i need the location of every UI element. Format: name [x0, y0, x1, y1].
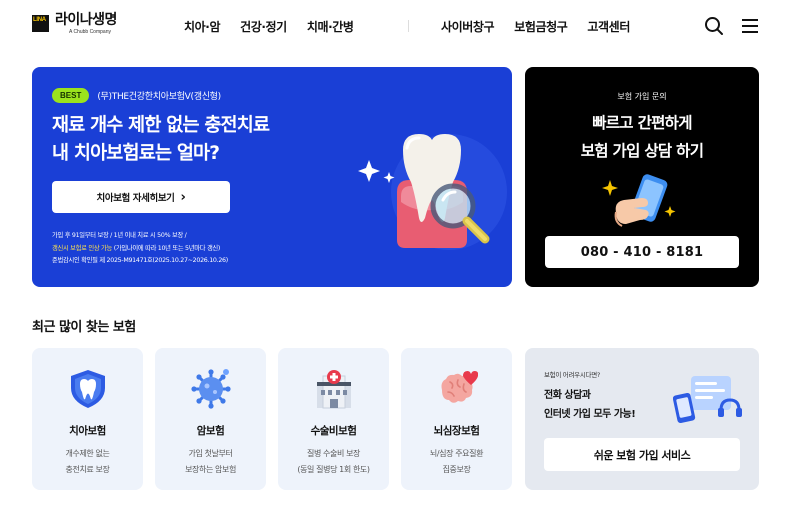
- consult-phone-button[interactable]: 080 - 410 - 8181: [545, 236, 739, 268]
- logo-name: 라이나생명: [55, 12, 117, 28]
- nav-dementia-care[interactable]: 치매·간병: [307, 18, 354, 35]
- product-card-surgery[interactable]: 수술비보험 질병 수술비 보장 (동일 질병당 1회 한도): [278, 348, 389, 490]
- easy-service-button[interactable]: 쉬운 보험 가입 서비스: [544, 438, 740, 471]
- consult-card[interactable]: 보험 가입 문의 빠르고 간편하게 보험 가입 상담 하기 080 - 410 …: [525, 67, 759, 287]
- mobile-headset-illustration: [672, 372, 743, 428]
- search-icon[interactable]: [704, 16, 724, 36]
- product-card-dental[interactable]: 치아보험 개수제한 없는 충전치료 보장: [32, 348, 143, 490]
- nav-cyber-counter[interactable]: 사이버창구: [441, 18, 495, 35]
- hero-product-name: (무)THE건강한치아보험V(갱신형): [97, 92, 221, 102]
- logo-sub: A Chubb Company: [69, 29, 111, 35]
- virus-cell-icon: [190, 368, 232, 410]
- easy-service-card[interactable]: 보험이 어려우시다면? 전화 상담과 인터넷 가입 모두 가능! 쉬운 보험 가…: [525, 348, 759, 490]
- hero-disclaimer: 가입 후 91일부터 보장 / 1년 이내 치료 시 50% 보장 / 갱신시 …: [52, 232, 228, 264]
- consult-label: 보험 가입 문의: [617, 92, 667, 101]
- service-question: 보험이 어려우시다면?: [544, 371, 601, 379]
- nav-dental-cancer[interactable]: 치아·암: [184, 18, 220, 35]
- service-title: 전화 상담과 인터넷 가입 모두 가능!: [544, 390, 636, 420]
- hospital-icon: [313, 368, 355, 410]
- brain-heart-icon: [436, 368, 479, 410]
- phone-hand-illustration: [602, 172, 682, 232]
- section-title: 최근 많이 찾는 보험: [32, 320, 136, 335]
- site-header: LINA 라이나생명 A Chubb Company 치아·암 건강·정기 치매…: [0, 0, 800, 56]
- nav-health-term[interactable]: 건강·정기: [240, 18, 287, 35]
- logo-mark: LINA: [32, 15, 49, 32]
- dental-detail-button[interactable]: 치아보험 자세히보기 ›: [52, 181, 230, 213]
- main-nav: 치아·암 건강·정기 치매·간병: [184, 18, 354, 35]
- nav-claim[interactable]: 보험금청구: [514, 18, 568, 35]
- product-card-cancer[interactable]: 암보험 가입 첫날부터 보장하는 암보험: [155, 348, 266, 490]
- best-badge: BEST: [52, 88, 90, 103]
- hamburger-menu-icon[interactable]: [740, 16, 760, 36]
- nav-customer-center[interactable]: 고객센터: [587, 18, 630, 35]
- utility-nav: 사이버창구 보험금청구 고객센터: [441, 18, 630, 35]
- chevron-right-icon: ›: [180, 189, 186, 205]
- hero-banner[interactable]: BEST (무)THE건강한치아보험V(갱신형) 재료 개수 제한 없는 충전치…: [32, 67, 512, 287]
- product-card-brain-heart[interactable]: 뇌심장보험 뇌/심장 주요질환 집중보장: [401, 348, 512, 490]
- tooth-shield-icon: [67, 368, 109, 410]
- consult-title: 빠르고 간편하게 보험 가입 상담 하기: [580, 114, 704, 160]
- lina-logo[interactable]: LINA 라이나생명 A Chubb Company: [32, 12, 117, 35]
- hero-title: 재료 개수 제한 없는 충전치료 내 치아보험료는 얼마?: [52, 115, 270, 164]
- nav-divider: [408, 20, 409, 32]
- tooth-magnifier-illustration: [357, 122, 507, 262]
